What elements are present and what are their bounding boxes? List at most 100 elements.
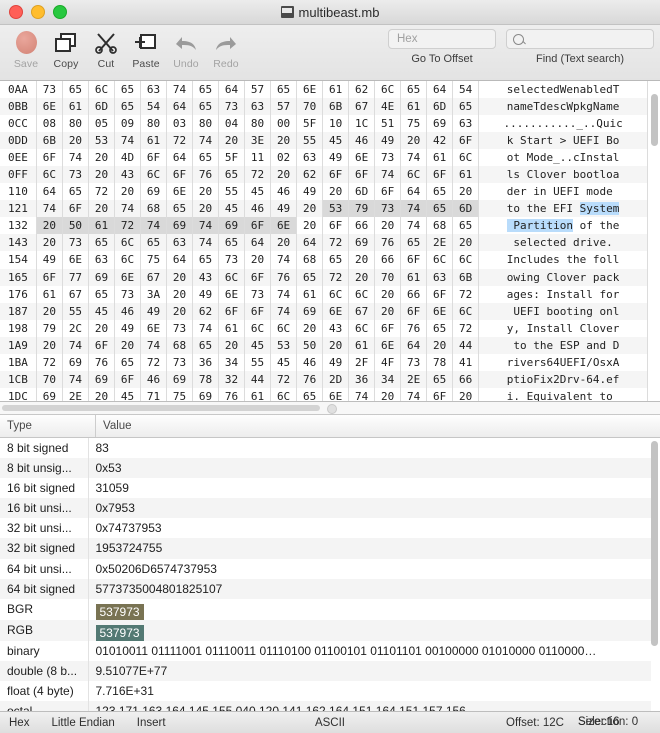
hex-byte[interactable]: 20 xyxy=(296,319,324,337)
inspector-value[interactable]: 01010011 01111001 01110011 01110100 0110… xyxy=(88,641,651,661)
hex-byte[interactable]: 20 xyxy=(36,336,63,354)
hex-byte[interactable]: 57 xyxy=(270,98,298,116)
hex-byte[interactable]: 6C xyxy=(374,81,402,99)
inspector-vertical-scrollbar[interactable] xyxy=(650,439,659,710)
hex-byte[interactable]: 72 xyxy=(166,132,194,150)
hex-byte[interactable]: 45 xyxy=(218,200,246,218)
hex-byte[interactable]: 63 xyxy=(166,234,194,252)
hex-byte[interactable]: 20 xyxy=(36,234,63,252)
hex-row[interactable]: 0DD 6B 20 53 74 61 72 74 20 3E 20 55 45 46 49 20 42 6F k S… xyxy=(0,132,648,150)
hex-byte[interactable]: 55 xyxy=(296,132,324,150)
hex-byte[interactable]: 20 xyxy=(270,234,298,252)
hex-byte[interactable]: 74 xyxy=(62,336,89,354)
hex-byte[interactable]: 73 xyxy=(218,98,246,116)
hex-byte[interactable]: 75 xyxy=(400,115,428,133)
status-endian[interactable]: Little Endian xyxy=(51,717,114,729)
hex-byte[interactable]: 20 xyxy=(374,285,402,303)
hex-byte[interactable]: 45 xyxy=(244,183,272,201)
hex-byte[interactable]: 64 xyxy=(166,251,194,269)
hex-byte[interactable]: 6F xyxy=(244,268,272,286)
hex-byte[interactable]: 64 xyxy=(400,183,428,201)
hex-byte[interactable]: 6F xyxy=(166,166,194,184)
hex-byte[interactable]: 74 xyxy=(270,251,298,269)
inspector-column-value[interactable]: Value xyxy=(96,415,660,437)
hex-byte[interactable]: 6F xyxy=(140,149,168,167)
hex-byte[interactable]: 6E xyxy=(296,81,324,99)
hex-byte[interactable]: 6F xyxy=(426,285,454,303)
hex-byte[interactable]: 6E xyxy=(166,183,194,201)
hex-byte[interactable]: 54 xyxy=(140,98,168,116)
hex-byte[interactable]: 69 xyxy=(166,370,194,388)
hex-byte[interactable]: 73 xyxy=(374,149,402,167)
hex-byte[interactable]: 69 xyxy=(426,115,454,133)
hex-byte[interactable]: 49 xyxy=(322,353,350,371)
hex-byte[interactable]: 6F xyxy=(426,387,454,401)
inspector-row[interactable]: double (8 b... 9.51077E+77 xyxy=(0,660,651,681)
hex-byte[interactable]: 54 xyxy=(452,81,480,99)
hex-byte[interactable]: 6C xyxy=(452,251,480,269)
hex-byte[interactable]: 73 xyxy=(62,166,89,184)
hex-vertical-scrollbar[interactable] xyxy=(650,82,659,400)
hex-ascii[interactable]: selectedWenabledT xyxy=(478,81,648,99)
hex-ascii[interactable]: ptioFix2Drv-64.ef xyxy=(478,370,648,388)
hex-byte[interactable]: 20 xyxy=(270,166,298,184)
hex-byte[interactable]: 41 xyxy=(452,353,480,371)
hex-byte[interactable]: 65 xyxy=(426,183,454,201)
hex-byte[interactable]: 65 xyxy=(218,166,246,184)
hex-byte[interactable]: 74 xyxy=(36,200,63,218)
hex-byte[interactable]: 05 xyxy=(88,115,115,133)
hex-byte[interactable]: 76 xyxy=(374,234,402,252)
hex-byte[interactable]: 74 xyxy=(192,132,220,150)
hex-byte[interactable]: 65 xyxy=(452,217,480,235)
hex-ascii[interactable]: Includes the foll xyxy=(478,251,648,269)
inspector-row[interactable]: 8 bit signed 83 xyxy=(0,438,651,459)
hex-byte[interactable]: 6F xyxy=(322,166,350,184)
hex-ascii[interactable]: rivers64UEFI/OsxA xyxy=(478,353,648,371)
hex-byte[interactable]: 55 xyxy=(62,302,89,320)
hex-byte[interactable]: 6E xyxy=(114,268,141,286)
hex-byte[interactable]: 73 xyxy=(218,251,246,269)
hex-byte[interactable]: 64 xyxy=(400,336,428,354)
hex-ascii[interactable]: ot Mode_..cInstal xyxy=(478,149,648,167)
hex-byte[interactable]: 74 xyxy=(374,166,402,184)
hex-byte[interactable]: 61 xyxy=(88,217,115,235)
hex-byte[interactable]: 46 xyxy=(244,200,272,218)
inspector-value[interactable]: 7.716E+31 xyxy=(88,681,651,701)
find-input[interactable] xyxy=(506,29,654,49)
hex-byte[interactable]: 72 xyxy=(244,166,272,184)
hex-byte[interactable]: 4F xyxy=(374,353,402,371)
hex-scroll-thumb[interactable] xyxy=(651,94,658,146)
inspector-value[interactable]: 9.51077E+77 xyxy=(88,660,651,681)
hex-byte[interactable]: 65 xyxy=(140,234,168,252)
hex-byte[interactable]: 65 xyxy=(166,200,194,218)
hex-byte[interactable]: 2F xyxy=(348,353,376,371)
hex-byte[interactable]: 6F xyxy=(374,319,402,337)
hex-byte[interactable]: 20 xyxy=(166,285,194,303)
hex-byte[interactable]: 20 xyxy=(452,183,480,201)
hex-byte[interactable]: 65 xyxy=(296,387,324,401)
inspector-row[interactable]: 16 bit signed 31059 xyxy=(0,478,651,499)
hex-byte[interactable]: 20 xyxy=(88,149,115,167)
status-insert[interactable]: Insert xyxy=(137,717,166,729)
hex-byte[interactable]: 49 xyxy=(114,319,141,337)
hex-byte[interactable]: 2E xyxy=(62,387,89,401)
hex-byte[interactable]: 78 xyxy=(192,370,220,388)
hex-byte[interactable]: 3E xyxy=(244,132,272,150)
hex-byte[interactable]: 79 xyxy=(348,200,376,218)
hex-byte[interactable]: 20 xyxy=(192,183,220,201)
hex-ascii[interactable]: UEFI booting onl xyxy=(478,302,648,320)
hex-byte[interactable]: 4E xyxy=(374,98,402,116)
hex-byte[interactable]: 6C xyxy=(140,166,168,184)
hex-byte[interactable]: 45 xyxy=(322,132,350,150)
hex-byte[interactable]: 1C xyxy=(348,115,376,133)
hex-byte[interactable]: 73 xyxy=(36,81,63,99)
hex-byte[interactable]: 09 xyxy=(114,115,141,133)
hex-byte[interactable]: 76 xyxy=(296,370,324,388)
hex-byte[interactable]: 57 xyxy=(244,81,272,99)
hex-byte[interactable]: 73 xyxy=(244,285,272,303)
hex-byte[interactable]: 6C xyxy=(400,166,428,184)
hex-byte[interactable]: 6D xyxy=(88,98,115,116)
hex-byte[interactable]: 36 xyxy=(192,353,220,371)
hex-byte[interactable]: 11 xyxy=(244,149,272,167)
hex-byte[interactable]: 64 xyxy=(426,81,454,99)
